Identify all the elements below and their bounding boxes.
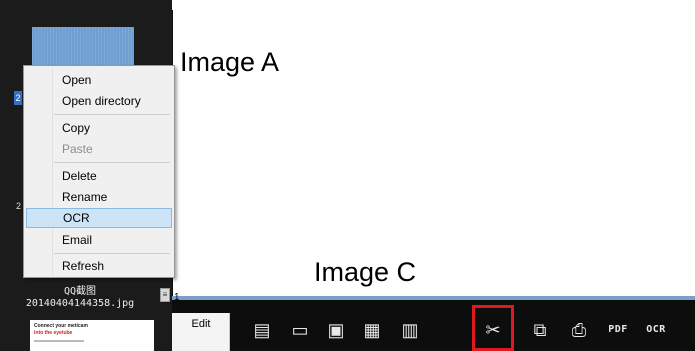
- pdf-icon[interactable]: PDF: [604, 316, 632, 344]
- toolbar-top-border: [172, 296, 695, 300]
- tab-edit-label: Edit: [191, 318, 211, 330]
- thumbnail-text-line: [34, 340, 84, 342]
- menu-item-ocr[interactable]: OCR: [26, 208, 172, 228]
- context-menu: Open Open directory Copy Paste Delete Re…: [23, 65, 175, 278]
- menu-item-paste[interactable]: Paste: [26, 139, 172, 159]
- thumbnail-text: Connect your meticam: [34, 323, 88, 329]
- menu-item-delete[interactable]: Delete: [26, 166, 172, 186]
- menu-item-email[interactable]: Email: [26, 230, 172, 250]
- file-caption[interactable]: QQ截图 20140404144358.jpg: [0, 286, 160, 310]
- web-page-thumbnail[interactable]: Connect your meticam into the eyetube: [30, 320, 154, 351]
- page-number: 1: [174, 292, 180, 303]
- file-label-fragment: 2: [16, 201, 22, 211]
- heading-image-c: Image C: [314, 257, 417, 287]
- thumbnail-text: into the eyetube: [34, 330, 73, 336]
- copy-icon[interactable]: ⧉: [526, 316, 554, 344]
- menu-item-rename[interactable]: Rename: [26, 187, 172, 207]
- menu-item-open[interactable]: Open: [26, 70, 172, 90]
- menu-separator: [54, 114, 170, 115]
- menu-item-open-directory[interactable]: Open directory: [26, 91, 172, 111]
- scissors-highlight-box: [472, 305, 514, 351]
- ocr-icon[interactable]: OCR: [642, 316, 670, 344]
- menu-item-refresh[interactable]: Refresh: [26, 256, 172, 276]
- scrollbar-grip-icon[interactable]: ≡: [160, 288, 170, 302]
- file-caption-line1: QQ截图: [63, 286, 97, 297]
- menu-item-copy[interactable]: Copy: [26, 118, 172, 138]
- pages-icon[interactable]: ▥: [396, 316, 424, 344]
- file-caption-line2: 20140404144358.jpg: [25, 298, 135, 309]
- document-icon[interactable]: ▤: [248, 316, 276, 344]
- scan-icon[interactable]: ▦: [358, 316, 386, 344]
- menu-separator: [54, 253, 170, 254]
- folder-icon[interactable]: ▭: [286, 316, 314, 344]
- page-icon[interactable]: ▣: [322, 316, 350, 344]
- heading-image-a: Image A: [180, 47, 280, 77]
- selection-marker: 2: [14, 91, 22, 105]
- menu-separator: [54, 162, 170, 163]
- printer-icon[interactable]: ⎙: [565, 316, 593, 344]
